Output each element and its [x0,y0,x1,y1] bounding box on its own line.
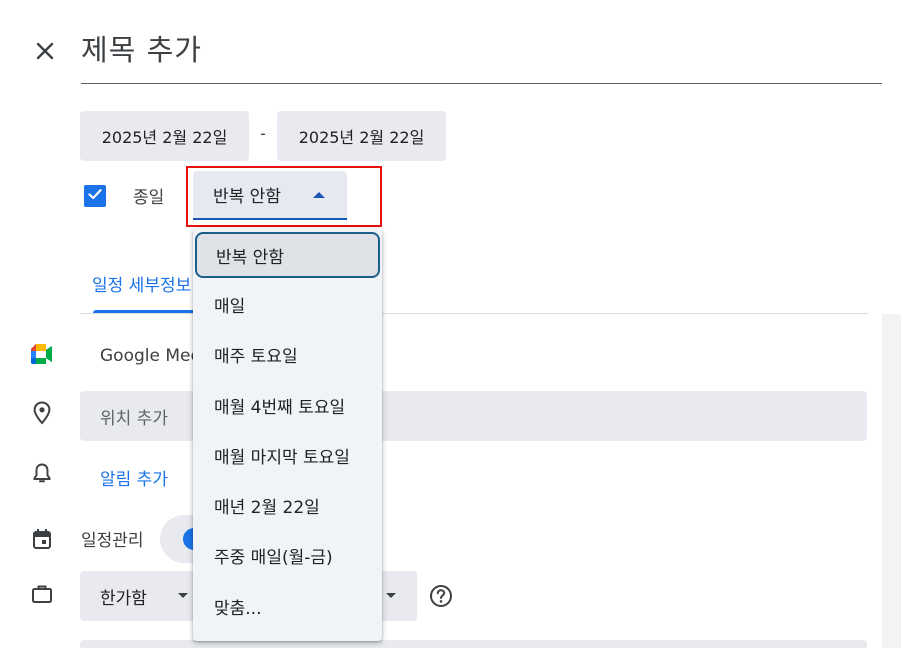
repeat-option-none[interactable]: 반복 안함 [195,232,380,278]
repeat-option-monthly-last[interactable]: 매월 마지막 토요일 [193,432,382,478]
google-meet-icon [29,341,55,367]
end-date-chip[interactable]: 2025년 2월 22일 [277,111,446,161]
briefcase-icon [29,581,55,607]
start-date-chip[interactable]: 2025년 2월 22일 [80,111,249,161]
repeat-option-weekdays[interactable]: 주중 매일(월-금) [193,532,382,578]
close-icon [35,41,55,65]
repeat-option-yearly[interactable]: 매년 2월 22일 [193,482,382,528]
repeat-option-monthly-4th[interactable]: 매월 4번째 토요일 [193,382,382,428]
close-button[interactable] [28,36,62,70]
bell-icon [29,460,55,486]
repeat-option-daily[interactable]: 매일 [193,281,382,327]
tab-event-details[interactable]: 일정 세부정보 [92,271,191,296]
all-day-label: 종일 [133,188,165,208]
chevron-down-icon [178,593,188,598]
description-input[interactable] [80,640,867,648]
location-pin-icon [29,400,55,426]
google-meet-button[interactable]: Google Meet [100,346,208,366]
availability-select[interactable]: 한가함 [80,571,200,621]
all-day-checkbox[interactable] [84,185,106,207]
date-separator: - [260,124,266,143]
chevron-down-icon [386,593,396,598]
schedule-label: 일정관리 [81,531,144,551]
calendar-icon [29,526,55,552]
repeat-option-weekly[interactable]: 매주 토요일 [193,331,382,377]
availability-value: 한가함 [100,588,147,609]
check-icon [87,186,103,206]
repeat-option-custom[interactable]: 맞춤... [193,583,382,629]
repeat-options-menu: 반복 안함 매일 매주 토요일 매월 4번째 토요일 매월 마지막 토요일 매년… [193,228,382,641]
highlight-box [186,166,382,227]
add-alert-link[interactable]: 알림 추가 [100,465,168,490]
side-panel [882,314,901,648]
title-input[interactable]: 제목 추가 [81,28,882,84]
help-icon[interactable] [429,584,453,608]
